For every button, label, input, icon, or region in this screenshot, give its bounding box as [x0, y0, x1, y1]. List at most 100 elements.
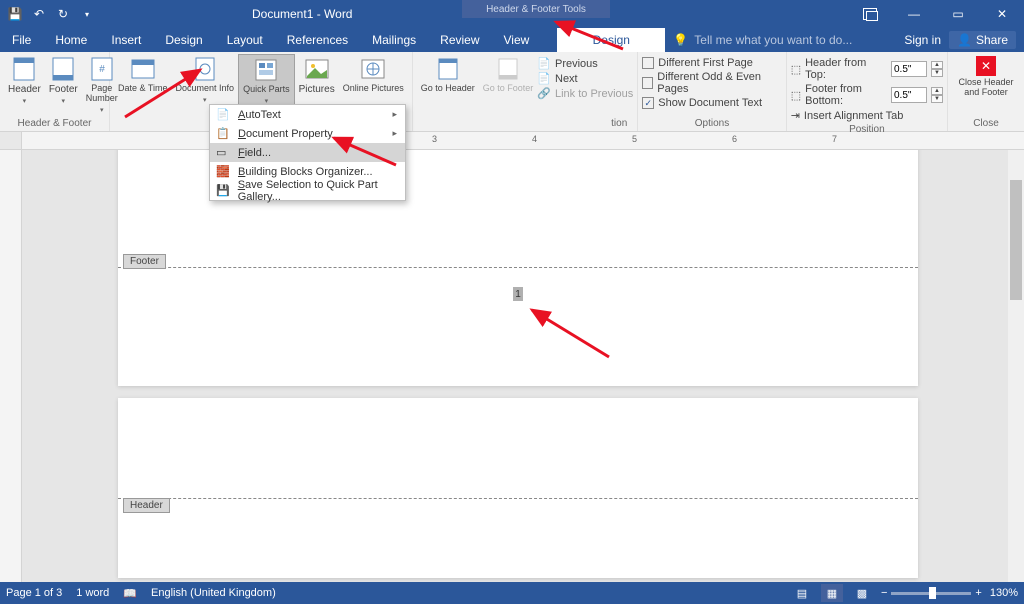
document-area: Footer 1 Header	[0, 150, 1024, 582]
menu-save-selection[interactable]: 💾 Save Selection to Quick Part Gallery..…	[210, 181, 405, 200]
tab-view[interactable]: View	[492, 28, 542, 52]
tab-design[interactable]: Design	[153, 28, 214, 52]
insert-alignment-tab[interactable]: ⇥Insert Alignment Tab	[791, 108, 943, 123]
ruler-num: 7	[832, 134, 837, 144]
print-layout-button[interactable]: ▦	[821, 584, 843, 602]
quick-access-toolbar: 💾 ↶ ↻ ▾	[0, 3, 102, 25]
tab-layout[interactable]: Layout	[215, 28, 275, 52]
vertical-ruler[interactable]	[0, 150, 22, 582]
vertical-scrollbar[interactable]	[1008, 150, 1024, 582]
header-button[interactable]: Header▾	[4, 54, 45, 117]
tab-references[interactable]: References	[275, 28, 360, 52]
qat-customize[interactable]: ▾	[76, 3, 98, 25]
ribbon-display-options[interactable]	[848, 0, 892, 28]
context-tab-header-footer: Header & Footer Tools	[462, 0, 610, 18]
window-controls: — ▭ ✕	[848, 0, 1024, 28]
svg-text:#: #	[99, 64, 105, 75]
zoom-slider[interactable]: − +	[881, 587, 982, 599]
tell-me-placeholder: Tell me what you want to do...	[694, 33, 852, 47]
language-indicator[interactable]: English (United Kingdom)	[151, 587, 276, 599]
save-button[interactable]: 💾	[4, 3, 26, 25]
slider-thumb[interactable]	[929, 587, 936, 599]
goto-header-button[interactable]: Go to Header	[417, 54, 479, 117]
autotext-icon: 📄	[216, 108, 230, 122]
ribbon-tabs: File Home Insert Design Layout Reference…	[0, 28, 1024, 52]
show-document-text-checkbox[interactable]: ✓Show Document Text	[642, 96, 781, 110]
titlebar: 💾 ↶ ↻ ▾ Document1 - Word Header & Footer…	[0, 0, 1024, 28]
tab-insert[interactable]: Insert	[99, 28, 153, 52]
doc-info-icon	[191, 56, 219, 82]
spin-up[interactable]: ▲	[931, 61, 943, 69]
previous-button[interactable]: 📄Previous	[537, 56, 633, 71]
spin-down[interactable]: ▼	[931, 69, 943, 77]
group-label-options: Options	[642, 117, 781, 131]
zoom-out-button[interactable]: −	[881, 587, 887, 599]
submenu-arrow-icon: ▸	[392, 109, 397, 120]
ruler-num: 3	[432, 134, 437, 144]
footer-button[interactable]: Footer▾	[45, 54, 82, 117]
horizontal-ruler[interactable]: 3 4 5 6 7	[0, 132, 1024, 150]
checkbox-icon	[642, 77, 653, 89]
menu-autotext[interactable]: 📄 AutoText ▸	[210, 105, 405, 124]
tab-file[interactable]: File	[0, 28, 43, 52]
date-time-icon	[129, 56, 157, 82]
read-mode-button[interactable]: ▤	[791, 584, 813, 602]
next-button[interactable]: 📄Next	[537, 71, 633, 86]
page-indicator[interactable]: Page 1 of 3	[6, 587, 62, 599]
menu-document-property[interactable]: 📋 Document Property ▸	[210, 124, 405, 143]
maximize-button[interactable]: ▭	[936, 0, 980, 28]
word-count[interactable]: 1 word	[76, 587, 109, 599]
sign-in-link[interactable]: Sign in	[904, 33, 941, 47]
tab-review[interactable]: Review	[428, 28, 491, 52]
group-label-hf: Header & Footer	[4, 117, 105, 131]
spin-down[interactable]: ▼	[931, 95, 943, 103]
share-button[interactable]: 👤 Share	[949, 31, 1016, 49]
different-odd-even-checkbox[interactable]: Different Odd & Even Pages	[642, 70, 781, 96]
redo-button[interactable]: ↻	[52, 3, 74, 25]
header-from-top[interactable]: ⬚ Header from Top: ▲▼	[791, 56, 943, 82]
tell-me-search[interactable]: 💡 Tell me what you want to do...	[665, 28, 860, 52]
header-icon	[10, 56, 38, 82]
scrollbar-thumb[interactable]	[1010, 180, 1022, 300]
page-number-field[interactable]: 1	[513, 287, 523, 301]
pictures-icon	[303, 56, 331, 82]
tab-hf-design[interactable]: Design	[557, 28, 665, 52]
undo-button[interactable]: ↶	[28, 3, 50, 25]
minimize-button[interactable]: —	[892, 0, 936, 28]
date-time-button[interactable]: Date & Time	[114, 54, 172, 117]
page-2[interactable]: Header	[118, 398, 918, 578]
close-window-button[interactable]: ✕	[980, 0, 1024, 28]
footer-from-bottom[interactable]: ⬚ Footer from Bottom: ▲▼	[791, 82, 943, 108]
footer-icon	[49, 56, 77, 82]
checkbox-icon	[642, 57, 654, 69]
lightbulb-icon: 💡	[673, 33, 688, 47]
tab-home[interactable]: Home	[43, 28, 99, 52]
group-label-nav: tion	[417, 117, 634, 131]
goto-footer-button[interactable]: Go to Footer	[479, 54, 538, 117]
footer-tag: Footer	[123, 254, 166, 269]
footer-bottom-icon: ⬚	[791, 89, 801, 102]
header-top-input[interactable]	[891, 61, 927, 77]
menu-field[interactable]: ▭ Field...	[210, 143, 405, 162]
different-first-page-checkbox[interactable]: Different First Page	[642, 56, 781, 70]
spell-check-icon[interactable]: 📖	[123, 587, 137, 600]
link-to-previous-button[interactable]: 🔗Link to Previous	[537, 86, 633, 101]
ruler-num: 5	[632, 134, 637, 144]
ruler-num: 6	[732, 134, 737, 144]
header-top-icon: ⬚	[791, 63, 801, 76]
spin-up[interactable]: ▲	[931, 87, 943, 95]
close-header-footer-button[interactable]: ✕ Close Header and Footer	[952, 54, 1020, 117]
web-layout-button[interactable]: ▩	[851, 584, 873, 602]
zoom-level[interactable]: 130%	[990, 587, 1018, 599]
footer-bottom-input[interactable]	[891, 87, 927, 103]
ruler-corner	[0, 132, 22, 149]
document-title: Document1 - Word	[252, 7, 352, 21]
checkbox-checked-icon: ✓	[642, 97, 654, 109]
zoom-in-button[interactable]: +	[975, 587, 981, 599]
ribbon: Header▾ Footer▾ # Page Number▾ Header & …	[0, 52, 1024, 132]
group-label-close: Close	[952, 117, 1020, 131]
submenu-arrow-icon: ▸	[392, 128, 397, 139]
tab-mailings[interactable]: Mailings	[360, 28, 428, 52]
previous-icon: 📄	[537, 57, 551, 70]
close-icon: ✕	[976, 56, 996, 76]
